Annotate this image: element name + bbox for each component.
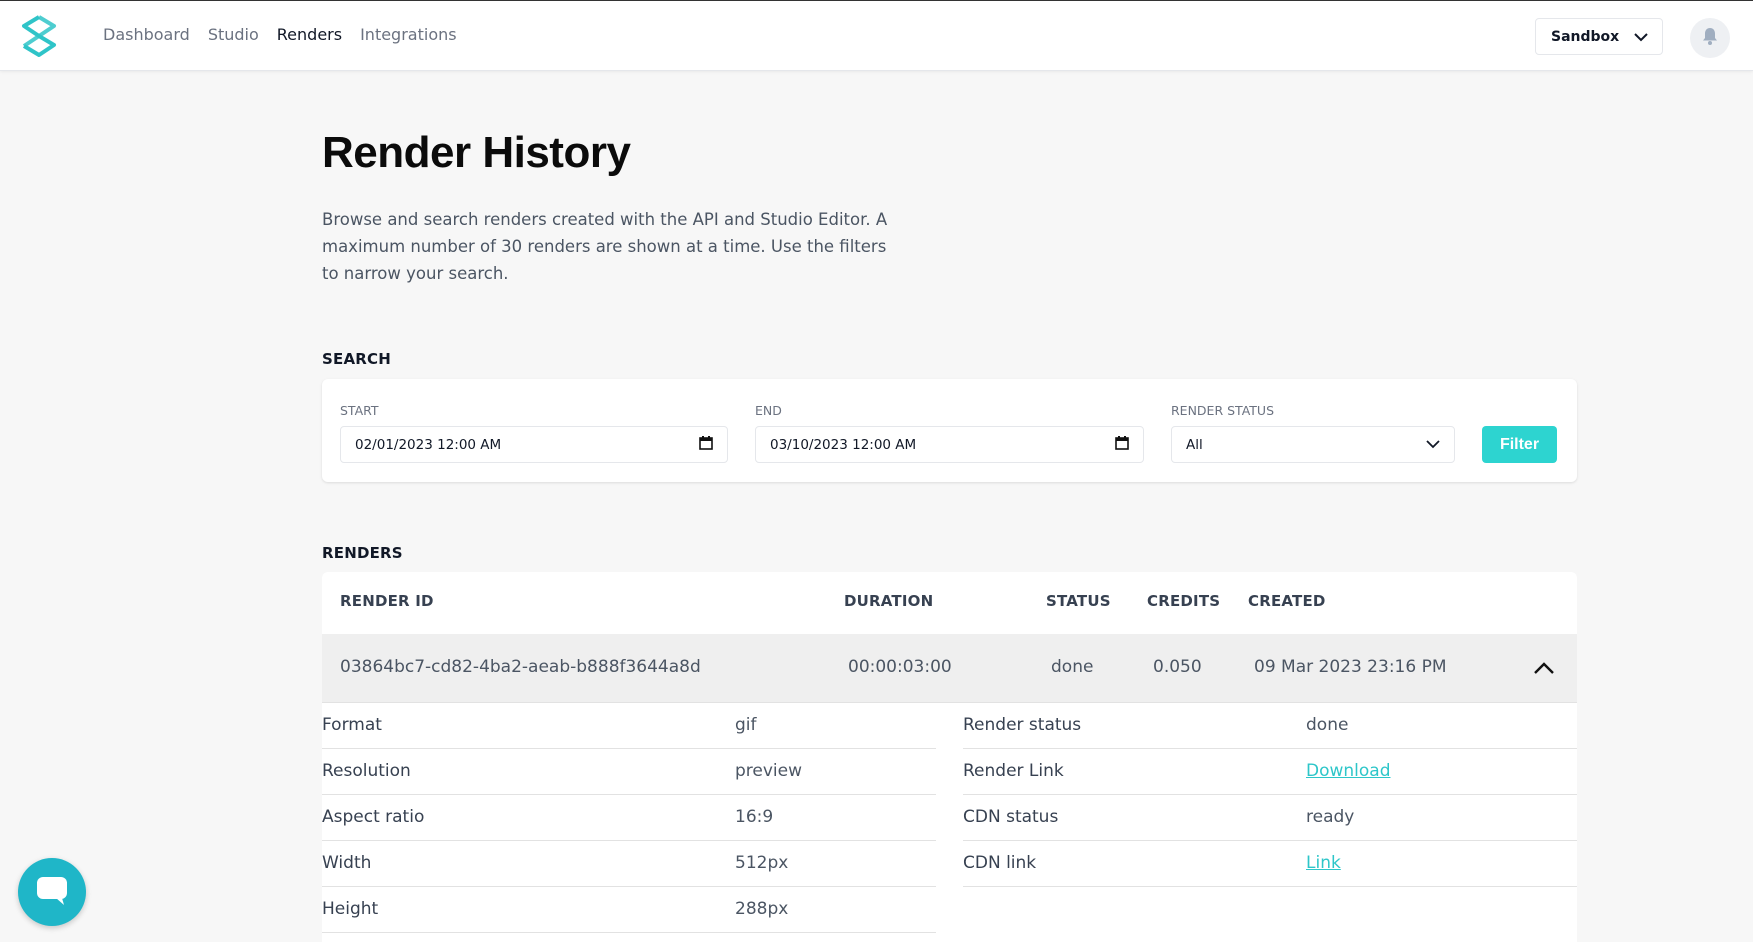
end-label: END xyxy=(755,403,782,418)
detail-value: 288px xyxy=(735,899,789,919)
detail-value: preview xyxy=(735,761,803,781)
detail-key: Height xyxy=(322,899,379,919)
detail-value: 512px xyxy=(735,853,789,873)
render-status-select[interactable]: All xyxy=(1171,426,1455,463)
nav-integrations[interactable]: Integrations xyxy=(360,25,457,44)
nav-dashboard[interactable]: Dashboard xyxy=(103,25,190,44)
created-cell: 09 Mar 2023 23:16 PM xyxy=(1254,657,1447,677)
duration-cell: 00:00:03:00 xyxy=(848,657,952,677)
detail-key: CDN link xyxy=(963,853,1037,873)
detail-key: Resolution xyxy=(322,761,411,781)
detail-value: ready xyxy=(1306,807,1355,827)
render-status-value: All xyxy=(1186,436,1203,453)
start-date-value: 02/01/2023 12:00 AM xyxy=(355,436,502,453)
calendar-icon[interactable] xyxy=(699,435,713,454)
start-label: START xyxy=(340,403,379,418)
detail-row-height: Height 288px xyxy=(322,887,936,933)
search-section-label: SEARCH xyxy=(322,350,391,368)
logo-icon[interactable] xyxy=(18,14,60,58)
renders-section-label: RENDERS xyxy=(322,544,403,562)
download-link[interactable]: Download xyxy=(1306,761,1391,781)
nav-studio[interactable]: Studio xyxy=(208,25,259,44)
chevron-up-icon[interactable] xyxy=(1532,656,1556,680)
detail-row-cdn-status: CDN status ready xyxy=(963,795,1577,841)
end-date-value: 03/10/2023 12:00 AM xyxy=(770,436,917,453)
column-created: CREATED xyxy=(1248,592,1326,610)
detail-key: Render Link xyxy=(963,761,1064,781)
credits-cell: 0.050 xyxy=(1153,657,1202,677)
environment-label: Sandbox xyxy=(1551,28,1620,45)
detail-key: Aspect ratio xyxy=(322,807,425,827)
detail-key: Format xyxy=(322,715,382,735)
nav-renders[interactable]: Renders xyxy=(277,25,342,44)
render-status-label: RENDER STATUS xyxy=(1171,403,1275,418)
search-card: START 02/01/2023 12:00 AM END 03/10/2023… xyxy=(322,379,1577,482)
page-title: Render History xyxy=(322,128,631,177)
render-id-cell: 03864bc7-cd82-4ba2-aeab-b888f3644a8d xyxy=(340,657,701,677)
detail-value: 16:9 xyxy=(735,807,774,827)
column-status: STATUS xyxy=(1046,592,1111,610)
cdn-link[interactable]: Link xyxy=(1306,853,1341,873)
detail-key: CDN status xyxy=(963,807,1059,827)
detail-row-format: Format gif xyxy=(322,703,936,749)
detail-key: Width xyxy=(322,853,372,873)
chat-icon xyxy=(34,874,70,910)
chevron-down-icon xyxy=(1634,27,1648,46)
table-row[interactable]: 03864bc7-cd82-4ba2-aeab-b888f3644a8d 00:… xyxy=(322,634,1577,703)
column-duration: DURATION xyxy=(844,592,934,610)
renders-table: RENDER ID DURATION STATUS CREDITS CREATE… xyxy=(322,572,1577,942)
status-cell: done xyxy=(1051,657,1094,677)
chat-launcher-button[interactable] xyxy=(18,858,86,926)
page-intro: Browse and search renders created with t… xyxy=(322,210,888,283)
end-date-input[interactable]: 03/10/2023 12:00 AM xyxy=(755,426,1144,463)
chevron-down-icon xyxy=(1426,437,1440,453)
detail-row-render-link: Render Link Download xyxy=(963,749,1577,795)
detail-row-render-status: Render status done xyxy=(963,703,1577,749)
notifications-button[interactable] xyxy=(1690,18,1730,58)
main-nav: Dashboard Studio Renders Integrations xyxy=(103,25,457,44)
detail-row-aspect-ratio: Aspect ratio 16:9 xyxy=(322,795,936,841)
column-credits: CREDITS xyxy=(1147,592,1221,610)
detail-value: done xyxy=(1306,715,1349,735)
detail-row-cdn-link: CDN link Link xyxy=(963,841,1577,887)
top-navbar: Dashboard Studio Renders Integrations Sa… xyxy=(0,0,1753,71)
bell-icon xyxy=(1700,26,1720,50)
filter-button[interactable]: Filter xyxy=(1482,426,1557,463)
column-render-id: RENDER ID xyxy=(340,592,434,610)
start-date-input[interactable]: 02/01/2023 12:00 AM xyxy=(340,426,728,463)
environment-select[interactable]: Sandbox xyxy=(1535,18,1663,55)
detail-key: Render status xyxy=(963,715,1082,735)
detail-value: gif xyxy=(735,715,757,735)
detail-row-resolution: Resolution preview xyxy=(322,749,936,795)
calendar-icon[interactable] xyxy=(1115,435,1129,454)
detail-row-width: Width 512px xyxy=(322,841,936,887)
